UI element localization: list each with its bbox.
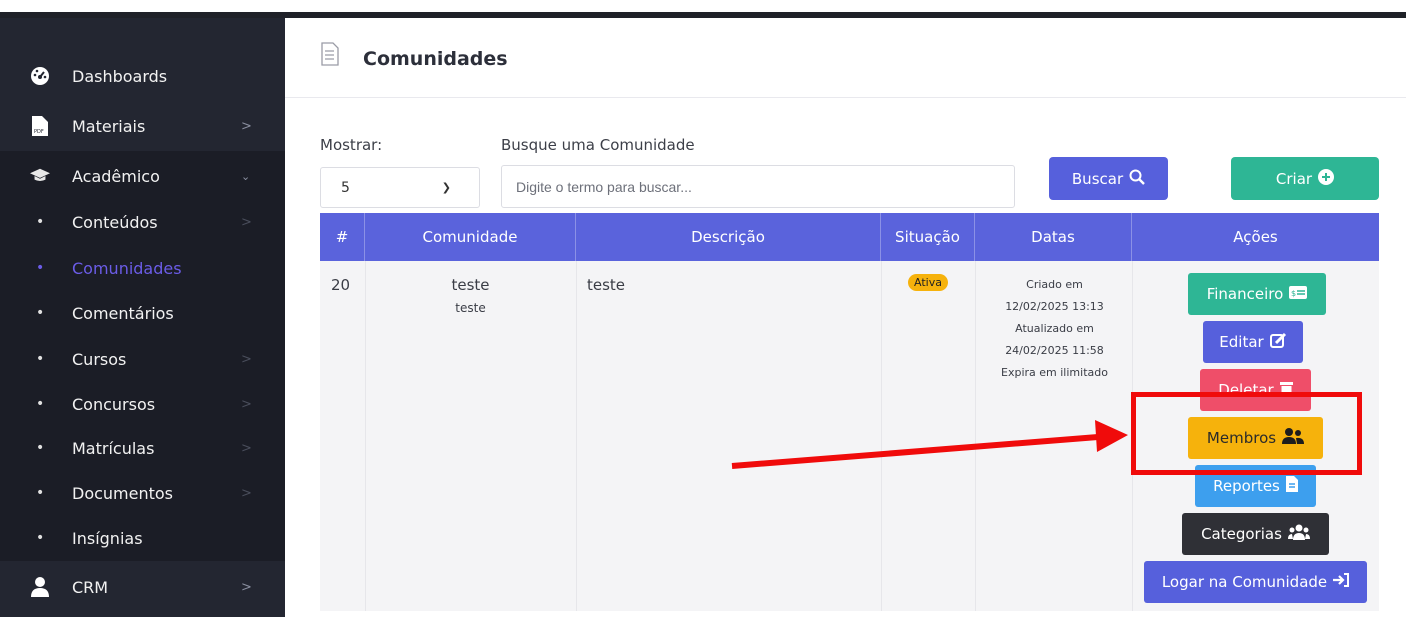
column-header: Comunidade bbox=[365, 213, 576, 261]
sidebar-item-label: Materiais bbox=[72, 116, 146, 136]
row-id: 20 bbox=[331, 276, 351, 294]
editar-button[interactable]: Editar bbox=[1203, 321, 1303, 363]
community-subtitle: teste bbox=[455, 301, 486, 315]
sidebar-item-conteudos[interactable]: • Conteúdos > bbox=[0, 199, 285, 245]
sidebar: Dashboards PDF Materiais > Acadêmico ⌄ •… bbox=[0, 18, 285, 617]
column-header: Situação bbox=[881, 213, 975, 261]
sidebar-item-cursos[interactable]: • Cursos > bbox=[0, 336, 285, 382]
chevron-right-icon: > bbox=[241, 485, 252, 501]
column-divider bbox=[576, 261, 577, 611]
group-icon bbox=[1287, 524, 1310, 544]
expires-text: Expira em ilimitado bbox=[1001, 366, 1108, 379]
sidebar-item-concursos[interactable]: • Concursos > bbox=[0, 381, 285, 427]
sidebar-item-documentos[interactable]: • Documentos > bbox=[0, 470, 285, 516]
bullet-icon: • bbox=[36, 440, 45, 456]
logar-comunidade-button[interactable]: Logar na Comunidade bbox=[1144, 561, 1367, 603]
create-button[interactable]: Criar bbox=[1231, 157, 1379, 200]
sidebar-item-label: Acadêmico bbox=[72, 166, 160, 186]
column-header: # bbox=[320, 213, 365, 261]
chevron-right-icon: > bbox=[241, 118, 252, 134]
svg-text:PDF: PDF bbox=[34, 129, 44, 135]
financeiro-button[interactable]: Financeiro $ bbox=[1188, 273, 1326, 315]
reportes-label: Reportes bbox=[1213, 477, 1280, 495]
annotation-highlight-box bbox=[1131, 392, 1362, 475]
file-text-icon bbox=[1285, 476, 1298, 496]
bullet-icon: • bbox=[36, 260, 45, 276]
sidebar-item-label: Concursos bbox=[72, 394, 156, 414]
sidebar-item-dashboards[interactable]: Dashboards bbox=[0, 53, 285, 99]
chevron-right-icon: > bbox=[241, 396, 252, 412]
search-button[interactable]: Buscar bbox=[1049, 157, 1168, 200]
show-select-value: 5 bbox=[341, 179, 350, 196]
document-icon bbox=[321, 42, 339, 70]
search-input[interactable] bbox=[501, 165, 1015, 208]
categorias-label: Categorias bbox=[1201, 525, 1282, 543]
status-badge: Ativa bbox=[908, 274, 948, 291]
dates-cell: Criado em 12/02/2025 13:13 Atualizado em… bbox=[975, 274, 1134, 384]
sidebar-item-matriculas[interactable]: • Matrículas > bbox=[0, 425, 285, 471]
sidebar-item-label: Matrículas bbox=[72, 438, 155, 458]
sign-in-icon bbox=[1333, 573, 1350, 591]
bullet-icon: • bbox=[36, 351, 45, 367]
sidebar-item-label: Comentários bbox=[72, 303, 174, 323]
updated-label: Atualizado em bbox=[1015, 322, 1094, 335]
community-name: teste bbox=[451, 276, 490, 294]
plus-circle-icon bbox=[1318, 168, 1335, 189]
categorias-button[interactable]: Categorias bbox=[1182, 513, 1329, 555]
community-description: teste bbox=[587, 276, 626, 294]
sidebar-item-comentarios[interactable]: • Comentários bbox=[0, 290, 285, 336]
sidebar-item-label: Documentos bbox=[72, 483, 174, 503]
edit-icon bbox=[1269, 332, 1287, 353]
pdf-icon: PDF bbox=[30, 116, 50, 136]
search-label: Busque uma Comunidade bbox=[501, 136, 695, 154]
sidebar-item-label: Conteúdos bbox=[72, 212, 158, 232]
chevron-down-icon: ⌄ bbox=[241, 169, 251, 183]
search-button-label: Buscar bbox=[1071, 169, 1124, 188]
show-select[interactable]: 5 ❯ bbox=[320, 167, 480, 208]
sidebar-item-label: Dashboards bbox=[72, 66, 168, 86]
graduation-cap-icon bbox=[30, 166, 50, 186]
sidebar-item-label: CRM bbox=[72, 577, 109, 597]
bullet-icon: • bbox=[36, 305, 45, 321]
sidebar-item-crm[interactable]: CRM > bbox=[0, 564, 285, 610]
logar-label: Logar na Comunidade bbox=[1161, 573, 1328, 591]
chevron-right-icon: > bbox=[241, 440, 252, 456]
dashboard-icon bbox=[30, 66, 50, 86]
created-label: Criado em bbox=[1026, 278, 1083, 291]
bullet-icon: • bbox=[36, 530, 45, 546]
sidebar-item-materiais[interactable]: PDF Materiais > bbox=[0, 103, 285, 149]
sidebar-item-insignias[interactable]: • Insígnias bbox=[0, 515, 285, 561]
bullet-icon: • bbox=[36, 396, 45, 412]
money-card-icon: $ bbox=[1289, 285, 1308, 303]
chevron-down-icon: ❯ bbox=[441, 181, 451, 194]
svg-text:$: $ bbox=[1291, 289, 1296, 298]
sidebar-item-label: Insígnias bbox=[72, 528, 143, 548]
chevron-right-icon: > bbox=[241, 351, 252, 367]
sidebar-item-academico[interactable]: Acadêmico ⌄ bbox=[0, 153, 285, 199]
search-icon bbox=[1129, 169, 1145, 189]
created-date: 12/02/2025 13:13 bbox=[1005, 300, 1104, 313]
bullet-icon: • bbox=[36, 485, 45, 501]
page-title: Comunidades bbox=[363, 48, 508, 70]
bullet-icon: • bbox=[36, 214, 45, 230]
chevron-right-icon: > bbox=[241, 579, 252, 595]
sidebar-item-label: Cursos bbox=[72, 349, 127, 369]
financeiro-label: Financeiro bbox=[1206, 285, 1284, 303]
column-header: Datas bbox=[975, 213, 1132, 261]
column-header: Ações bbox=[1233, 228, 1278, 246]
column-divider bbox=[881, 261, 882, 611]
create-button-label: Criar bbox=[1275, 169, 1313, 188]
page-header: Comunidades bbox=[285, 18, 1406, 98]
user-icon bbox=[30, 577, 50, 597]
editar-label: Editar bbox=[1219, 333, 1264, 351]
sidebar-item-label: Comunidades bbox=[72, 258, 182, 278]
sidebar-item-comunidades[interactable]: • Comunidades bbox=[0, 245, 285, 291]
chevron-right-icon: > bbox=[241, 214, 252, 230]
updated-date: 24/02/2025 11:58 bbox=[1005, 344, 1104, 357]
table-header: # Comunidade Descrição Situação Datas Aç… bbox=[320, 213, 1379, 261]
column-header: Descrição bbox=[576, 213, 881, 261]
show-label: Mostrar: bbox=[320, 136, 383, 154]
